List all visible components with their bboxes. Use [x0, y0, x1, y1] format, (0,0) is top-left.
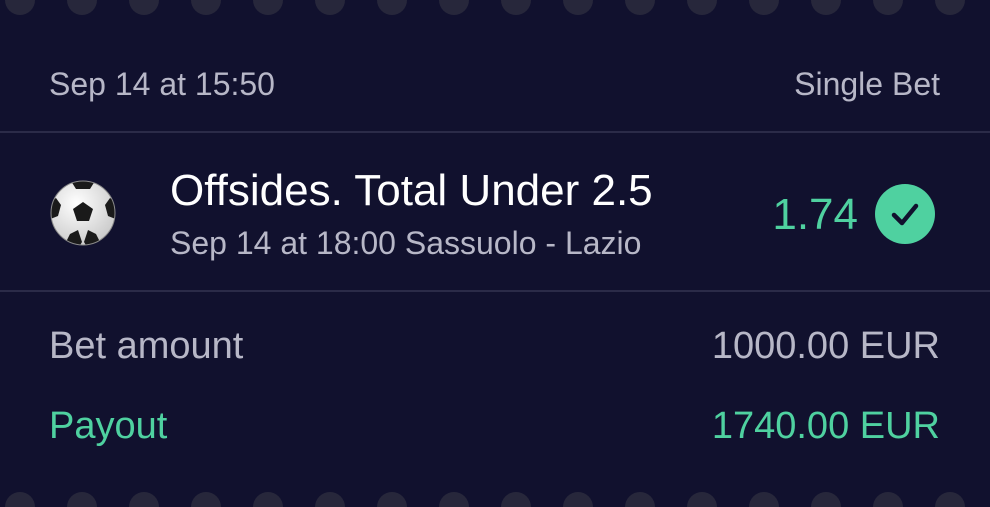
perforation-hole [811, 0, 841, 15]
divider [0, 131, 990, 133]
perforation-hole [5, 0, 35, 15]
odds-value: 1.74 [772, 190, 858, 239]
perforation-hole [749, 0, 779, 15]
perforation-hole [377, 492, 407, 507]
perforation-hole [253, 492, 283, 507]
perforation-hole [935, 0, 965, 15]
perforation-hole [625, 492, 655, 507]
bet-amount-row: Bet amount 1000.00 EUR [49, 324, 940, 368]
event-details: Sep 14 at 18:00 Sassuolo - Lazio [170, 225, 642, 261]
bet-ticket: Sep 14 at 15:50 Single Bet Offsides. Tot… [0, 0, 990, 507]
perforation-hole [563, 0, 593, 15]
perforation-hole [625, 0, 655, 15]
payout-row: Payout 1740.00 EUR [49, 404, 940, 448]
perforation-hole [935, 492, 965, 507]
market-title: Offsides. Total Under 2.5 [170, 166, 653, 215]
perforation-hole [501, 0, 531, 15]
bet-type-label: Single Bet [794, 65, 940, 102]
ticket-header: Sep 14 at 15:50 Single Bet [49, 62, 940, 106]
perforation-hole [67, 0, 97, 15]
perforation-hole [129, 492, 159, 507]
perforation-hole [811, 492, 841, 507]
soccer-ball-icon [50, 180, 116, 246]
perforation-hole [873, 492, 903, 507]
divider [0, 290, 990, 292]
perforation-hole [5, 492, 35, 507]
perforation-hole [253, 0, 283, 15]
perforation-hole [749, 492, 779, 507]
perforation-hole [439, 0, 469, 15]
bet-placed-time: Sep 14 at 15:50 [49, 65, 275, 102]
perforation-hole [377, 0, 407, 15]
perforation-hole [687, 0, 717, 15]
perforation-top [0, 0, 990, 15]
perforation-hole [687, 492, 717, 507]
perforation-hole [315, 492, 345, 507]
bet-amount-value: 1000.00 EUR [711, 324, 940, 367]
check-circle-icon [875, 184, 935, 244]
perforation-hole [191, 492, 221, 507]
perforation-bottom [0, 492, 990, 507]
perforation-hole [67, 492, 97, 507]
payout-label: Payout [49, 404, 168, 447]
perforation-hole [191, 0, 221, 15]
perforation-hole [873, 0, 903, 15]
perforation-hole [439, 492, 469, 507]
payout-value: 1740.00 EUR [711, 404, 940, 447]
perforation-hole [315, 0, 345, 15]
perforation-hole [563, 492, 593, 507]
perforation-hole [129, 0, 159, 15]
bet-amount-label: Bet amount [49, 324, 244, 367]
perforation-hole [501, 492, 531, 507]
